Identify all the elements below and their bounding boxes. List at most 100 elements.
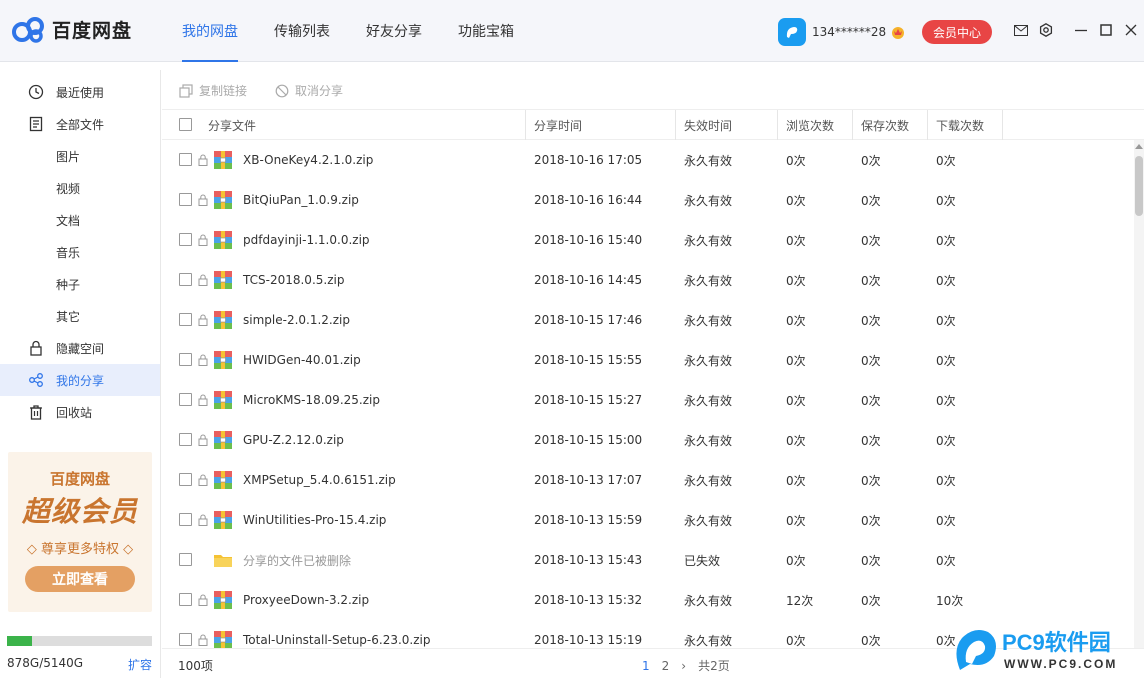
copy-link-button[interactable]: 复制链接 [179, 82, 247, 99]
file-name[interactable]: TCS-2018.0.5.zip [243, 260, 344, 300]
column-divider[interactable] [777, 110, 778, 140]
table-row[interactable]: pdfdayinji-1.1.0.0.zip 2018-10-16 15:40 永久… [162, 220, 1134, 260]
sidebar-item-images[interactable]: 图片 [0, 140, 160, 172]
row-checkbox[interactable] [179, 593, 192, 606]
row-checkbox[interactable] [179, 473, 192, 486]
view-now-button[interactable]: 立即查看 [25, 566, 135, 592]
column-divider[interactable] [1002, 110, 1003, 140]
column-divider[interactable] [675, 110, 676, 140]
file-name[interactable]: WinUtilities-Pro-15.4.zip [243, 500, 386, 540]
file-name[interactable]: BitQiuPan_1.0.9.zip [243, 180, 359, 220]
row-checkbox[interactable] [179, 233, 192, 246]
col-downloads[interactable]: 下载次数 [936, 110, 984, 140]
sidebar-item-recent[interactable]: 最近使用 [0, 76, 160, 108]
table-row[interactable]: HWIDGen-40.01.zip 2018-10-15 15:55 永久有效 0次 0… [162, 340, 1134, 380]
promo-headline: 超级会员 [21, 495, 138, 528]
table-row[interactable]: simple-2.0.1.2.zip 2018-10-15 17:46 永久有效 0次… [162, 300, 1134, 340]
row-checkbox[interactable] [179, 433, 192, 446]
table-row[interactable]: TCS-2018.0.5.zip 2018-10-16 14:45 永久有效 0次 0次… [162, 260, 1134, 300]
col-saves[interactable]: 保存次数 [861, 110, 909, 140]
row-checkbox[interactable] [179, 553, 192, 566]
sidebar-item-hidden-space[interactable]: 隐藏空间 [0, 332, 160, 364]
table-row[interactable]: BitQiuPan_1.0.9.zip 2018-10-16 16:44 永久有效 0… [162, 180, 1134, 220]
row-checkbox[interactable] [179, 273, 192, 286]
table-row[interactable]: 分享的文件已被删除 2018-10-13 15:43 已失效 0次 0次 0次 [162, 540, 1134, 580]
zip-file-icon [214, 351, 232, 369]
file-name[interactable]: pdfdayinji-1.1.0.0.zip [243, 220, 370, 260]
file-name[interactable]: XMPSetup_5.4.0.6151.zip [243, 460, 396, 500]
row-checkbox[interactable] [179, 393, 192, 406]
vertical-scrollbar[interactable] [1134, 140, 1144, 648]
cancel-share-button[interactable]: 取消分享 [275, 82, 343, 99]
scroll-up-arrow-icon[interactable] [1135, 144, 1143, 149]
file-name[interactable]: 分享的文件已被删除 [243, 540, 351, 580]
file-name[interactable]: XB-OneKey4.2.1.0.zip [243, 140, 373, 180]
row-checkbox[interactable] [179, 193, 192, 206]
watermark-url: WWW.PC9.COM [1004, 657, 1117, 671]
sidebar-item-label: 全部文件 [56, 117, 105, 132]
file-name[interactable]: GPU-Z.2.12.0.zip [243, 420, 344, 460]
sidebar-item-recycle-bin[interactable]: 回收站 [0, 396, 160, 428]
scrollbar-thumb[interactable] [1135, 156, 1143, 216]
super-member-promo[interactable]: 百度网盘 超级会员 ◇ 尊享更多特权 ◇ 立即查看 [8, 452, 152, 612]
col-share-file[interactable]: 分享文件 [208, 110, 256, 140]
sidebar-item-my-share[interactable]: 我的分享 [0, 364, 160, 396]
pc9-watermark: PC9软件园 WWW.PC9.COM [952, 624, 1142, 674]
page-2-link[interactable]: 2 [662, 659, 670, 673]
page-1-link[interactable]: 1 [642, 659, 650, 673]
row-checkbox[interactable] [179, 313, 192, 326]
select-all-checkbox[interactable] [179, 118, 192, 131]
tab-transfer-list[interactable]: 传输列表 [256, 0, 348, 62]
table-row[interactable]: ProxyeeDown-3.2.zip 2018-10-13 15:32 永久有效 1… [162, 580, 1134, 620]
minimize-icon[interactable] [1073, 22, 1089, 38]
lock-icon [198, 154, 208, 166]
col-views[interactable]: 浏览次数 [786, 110, 834, 140]
sidebar-item-videos[interactable]: 视频 [0, 172, 160, 204]
sidebar-item-label: 文档 [56, 213, 81, 228]
sidebar-item-label: 隐藏空间 [56, 341, 105, 356]
view-count: 0次 [786, 633, 806, 648]
tab-friend-share[interactable]: 好友分享 [348, 0, 440, 62]
expand-storage-link[interactable]: 扩容 [128, 656, 152, 673]
sidebar-item-torrents[interactable]: 种子 [0, 268, 160, 300]
avatar[interactable] [778, 18, 806, 46]
close-icon[interactable] [1123, 22, 1139, 38]
row-checkbox[interactable] [179, 513, 192, 526]
file-name[interactable]: HWIDGen-40.01.zip [243, 340, 361, 380]
file-name[interactable]: Total-Uninstall-Setup-6.23.0.zip [243, 620, 430, 648]
member-center-button[interactable]: 会员中心 [922, 20, 992, 44]
col-share-time[interactable]: 分享时间 [534, 110, 582, 140]
table-row[interactable]: GPU-Z.2.12.0.zip 2018-10-15 15:00 永久有效 0次 0次… [162, 420, 1134, 460]
column-divider[interactable] [852, 110, 853, 140]
table-row[interactable]: XB-OneKey4.2.1.0.zip 2018-10-16 17:05 永久有效… [162, 140, 1134, 180]
share-list: XB-OneKey4.2.1.0.zip 2018-10-16 17:05 永久有效… [162, 140, 1134, 648]
app-name: 百度网盘 [52, 20, 133, 42]
file-name[interactable]: simple-2.0.1.2.zip [243, 300, 350, 340]
lock-icon [198, 274, 208, 286]
table-row[interactable]: XMPSetup_5.4.0.6151.zip 2018-10-13 17:07 永… [162, 460, 1134, 500]
table-row[interactable]: WinUtilities-Pro-15.4.zip 2018-10-13 15:5… [162, 500, 1134, 540]
share-time: 2018-10-13 15:32 [534, 593, 643, 607]
column-divider[interactable] [927, 110, 928, 140]
sidebar-item-other[interactable]: 其它 [0, 300, 160, 332]
sidebar-item-music[interactable]: 音乐 [0, 236, 160, 268]
tab-my-disk[interactable]: 我的网盘 [164, 0, 256, 62]
tab-toolbox[interactable]: 功能宝箱 [440, 0, 532, 62]
row-checkbox[interactable] [179, 153, 192, 166]
settings-icon[interactable] [1038, 22, 1054, 38]
sidebar-item-documents[interactable]: 文档 [0, 204, 160, 236]
sidebar-item-all-files[interactable]: 全部文件 [0, 108, 160, 140]
mail-icon[interactable] [1013, 22, 1029, 38]
table-row[interactable]: MicroKMS-18.09.25.zip 2018-10-15 15:27 永久有… [162, 380, 1134, 420]
expire-status: 永久有效 [684, 433, 733, 448]
file-name[interactable]: MicroKMS-18.09.25.zip [243, 380, 380, 420]
col-expire-time[interactable]: 失效时间 [684, 110, 732, 140]
file-name[interactable]: ProxyeeDown-3.2.zip [243, 580, 369, 620]
row-checkbox[interactable] [179, 353, 192, 366]
next-page-icon[interactable]: › [681, 659, 686, 673]
expire-status: 永久有效 [684, 473, 733, 488]
maximize-icon[interactable] [1098, 22, 1114, 38]
user-info[interactable]: 134******28 [778, 18, 906, 46]
column-divider[interactable] [525, 110, 526, 140]
row-checkbox[interactable] [179, 633, 192, 646]
